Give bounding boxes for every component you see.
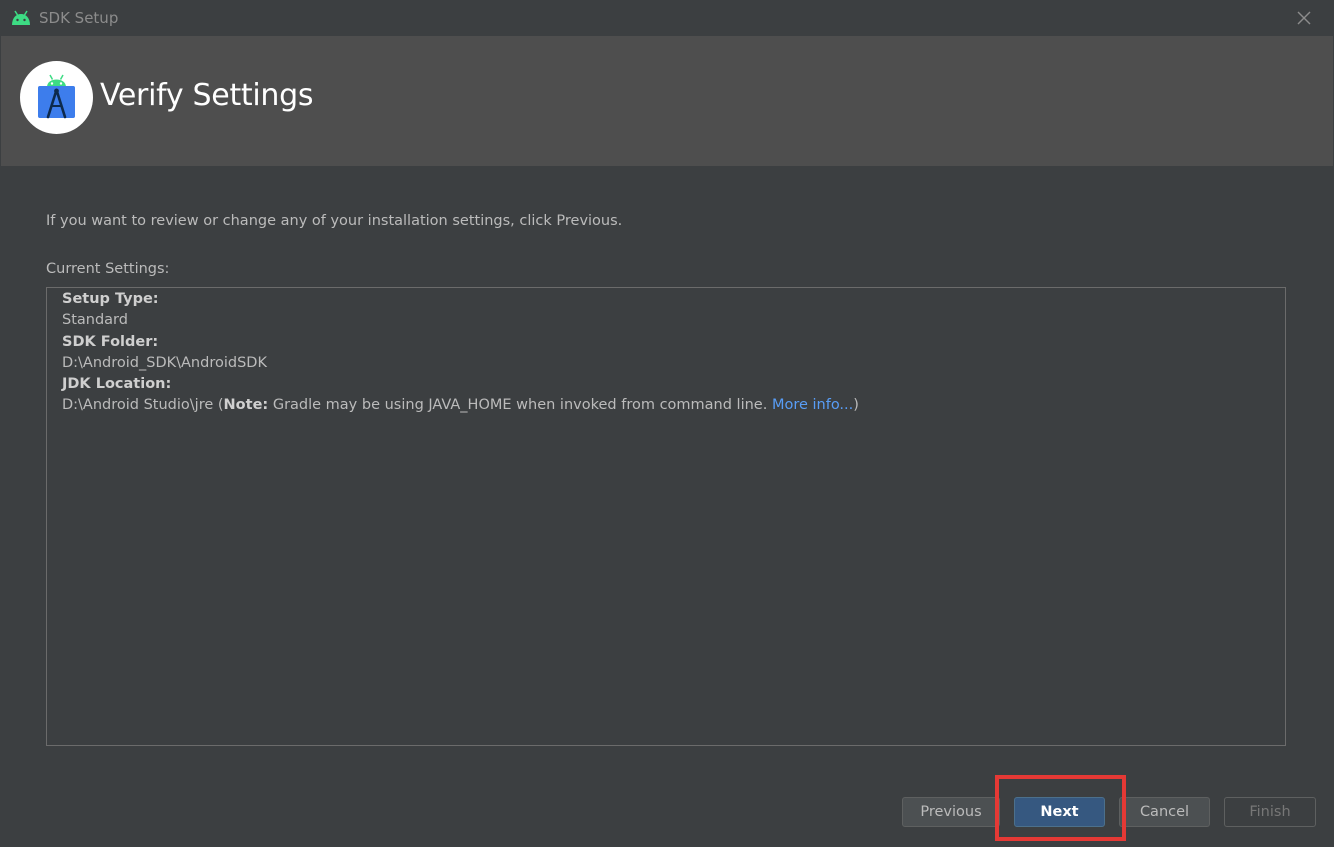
jdk-note-label: Note: — [223, 397, 269, 413]
android-studio-logo-icon — [20, 61, 93, 134]
jdk-location-value: D:\Android Studio\jre (Note: Gradle may … — [62, 397, 859, 413]
cancel-button[interactable]: Cancel — [1119, 797, 1210, 827]
setup-type-label: Setup Type: — [62, 291, 159, 307]
jdk-location-label: JDK Location: — [62, 376, 172, 392]
close-icon[interactable] — [1294, 8, 1314, 28]
jdk-note-text: Gradle may be using JAVA_HOME when invok… — [268, 397, 772, 413]
jdk-path: D:\Android Studio\jre ( — [62, 397, 224, 413]
intro-text: If you want to review or change any of y… — [46, 213, 623, 229]
more-info-link[interactable]: More info... — [772, 397, 853, 413]
settings-summary-box[interactable]: Setup Type: Standard SDK Folder: D:\Andr… — [46, 287, 1286, 746]
setup-type-value: Standard — [62, 312, 128, 328]
title-bar: SDK Setup — [0, 0, 1334, 36]
next-button[interactable]: Next — [1014, 797, 1105, 827]
sdk-folder-value: D:\Android_SDK\AndroidSDK — [62, 355, 267, 371]
jdk-close-paren: ) — [853, 397, 859, 413]
sdk-setup-window: SDK Setup Verify Settings If you want to… — [0, 0, 1334, 847]
wizard-header: Verify Settings — [1, 36, 1333, 166]
android-icon — [12, 10, 30, 25]
page-title: Verify Settings — [100, 78, 314, 113]
current-settings-label: Current Settings: — [46, 261, 170, 277]
previous-button[interactable]: Previous — [902, 797, 1000, 827]
finish-button: Finish — [1224, 797, 1316, 827]
window-title: SDK Setup — [39, 9, 119, 27]
sdk-folder-label: SDK Folder: — [62, 334, 159, 350]
